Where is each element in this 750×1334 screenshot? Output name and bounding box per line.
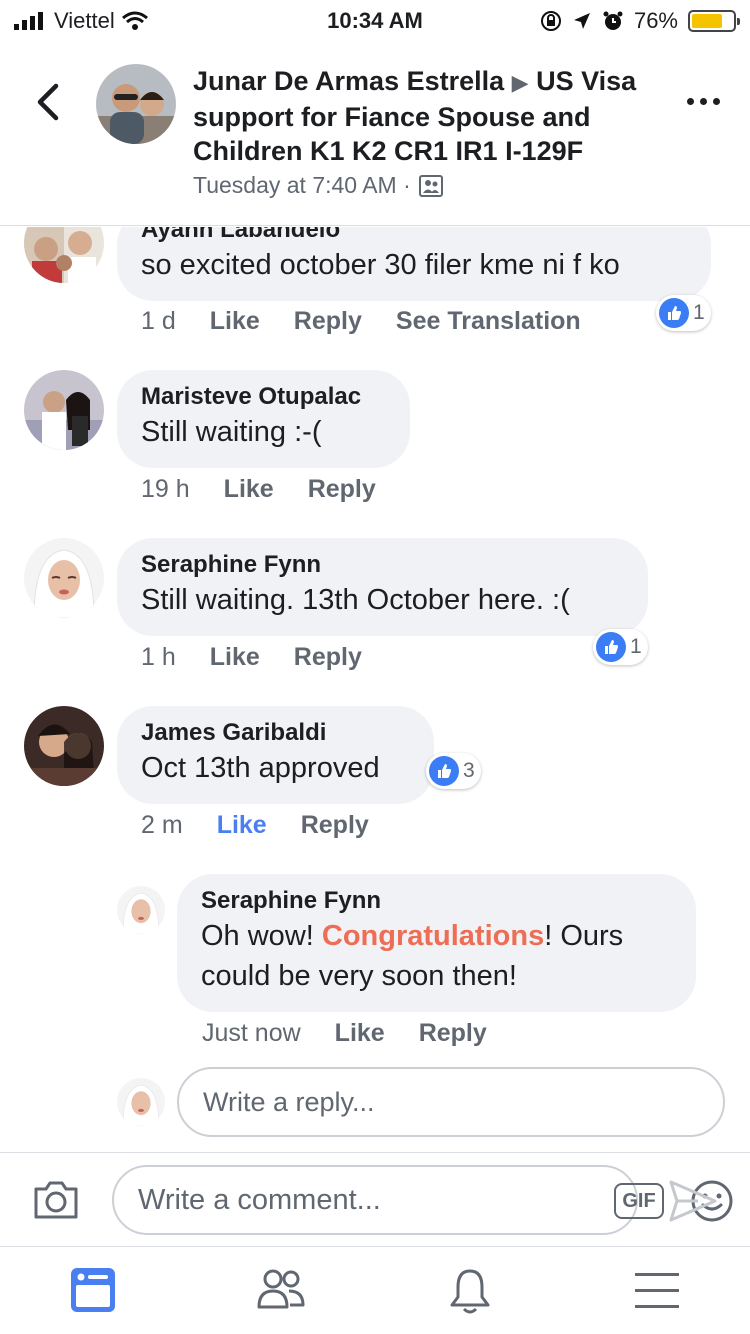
- comment-actions: 1 d Like Reply See Translation: [141, 307, 581, 336]
- author-avatar[interactable]: [96, 64, 176, 144]
- highlighted-word: Congratulations: [321, 920, 545, 952]
- reply-input[interactable]: Write a reply...: [177, 1067, 725, 1137]
- comment-bubble: James Garibaldi Oct 13th approved: [117, 706, 434, 804]
- more-icon[interactable]: [687, 98, 720, 105]
- reply-bubble: Seraphine Fynn Oh wow! Congratulations! …: [177, 874, 696, 1012]
- header-text: Junar De Armas Estrella ▶ US Visa suppor…: [193, 64, 663, 199]
- menu-icon[interactable]: [634, 1271, 680, 1311]
- send-icon[interactable]: [668, 1179, 718, 1223]
- comment-composer: Write a comment... GIF: [0, 1152, 750, 1246]
- comment-actions: 2 m Like Reply: [141, 811, 369, 840]
- reply-placeholder: Write a reply...: [203, 1086, 375, 1117]
- comment-text: Still waiting :-(: [141, 416, 322, 448]
- gif-icon[interactable]: GIF: [614, 1183, 664, 1219]
- avatar[interactable]: [117, 886, 165, 934]
- camera-icon[interactable]: [32, 1179, 80, 1221]
- commenter-name[interactable]: Maristeve Otupalac: [141, 382, 386, 412]
- author-name[interactable]: Junar De Armas Estrella: [193, 66, 504, 96]
- comment-placeholder: Write a comment...: [138, 1183, 381, 1216]
- like-button[interactable]: Like: [224, 475, 274, 504]
- reply-text: Oh wow! Congratulations! Ours could be v…: [201, 920, 624, 992]
- comment-bubble: Maristeve Otupalac Still waiting :-(: [117, 370, 410, 468]
- reply-button[interactable]: Reply: [308, 475, 376, 504]
- group-icon: [418, 174, 443, 197]
- thumbs-up-icon: [429, 756, 459, 786]
- reaction-count[interactable]: 1: [593, 629, 648, 665]
- comment-time: 1 d: [141, 307, 176, 335]
- comment-text: Oct 13th approved: [141, 752, 380, 784]
- avatar[interactable]: [24, 370, 104, 450]
- back-icon[interactable]: [30, 80, 66, 124]
- avatar[interactable]: [24, 706, 104, 786]
- status-bar: Viettel 10:34 AM 76%: [0, 0, 750, 40]
- commenter-name[interactable]: Seraphine Fynn: [141, 550, 624, 580]
- like-button[interactable]: Like: [217, 811, 267, 840]
- comment-text: so excited october 30 filer kme ni f ko: [141, 249, 620, 281]
- comment-actions: 19 h Like Reply: [141, 475, 376, 504]
- comment-time: 1 h: [141, 643, 176, 671]
- post-title[interactable]: Junar De Armas Estrella ▶ US Visa suppor…: [193, 64, 663, 168]
- comment-time: 2 m: [141, 811, 183, 839]
- like-button[interactable]: Like: [210, 643, 260, 672]
- post-timestamp: Tuesday at 7:40 AM ·: [193, 172, 411, 198]
- comment-time: 19 h: [141, 475, 190, 503]
- arrow-right-icon: ▶: [511, 70, 529, 95]
- reply-button[interactable]: Reply: [301, 811, 369, 840]
- comment-input[interactable]: Write a comment... GIF: [112, 1165, 733, 1235]
- thumbs-up-icon: [596, 632, 626, 662]
- battery-percent: 76%: [633, 8, 678, 33]
- reply-button[interactable]: Reply: [419, 1019, 487, 1048]
- reply-button[interactable]: Reply: [294, 307, 362, 336]
- friends-icon[interactable]: [256, 1267, 306, 1311]
- avatar[interactable]: [24, 227, 104, 283]
- status-right: 76%: [540, 8, 740, 34]
- battery-fill: [692, 14, 723, 28]
- reply-time: Just now: [202, 1019, 301, 1047]
- like-button[interactable]: Like: [335, 1019, 385, 1048]
- location-icon: [573, 13, 590, 29]
- commenter-name[interactable]: Ayahn Labandelo: [141, 227, 687, 245]
- post-meta: Tuesday at 7:40 AM ·: [193, 172, 663, 199]
- comment-text: Still waiting. 13th October here. :(: [141, 584, 570, 616]
- comment-actions: 1 h Like Reply: [141, 643, 362, 672]
- commenter-name[interactable]: James Garibaldi: [141, 718, 410, 748]
- comments-feed: Ayahn Labandelo so excited october 30 fi…: [0, 227, 750, 1152]
- post-header: Junar De Armas Estrella ▶ US Visa suppor…: [0, 40, 750, 226]
- see-translation-button[interactable]: See Translation: [396, 307, 581, 336]
- comment-bubble: Seraphine Fynn Still waiting. 13th Octob…: [117, 538, 648, 636]
- tab-bar: [0, 1246, 750, 1334]
- thumbs-up-icon: [659, 298, 689, 328]
- alarm-icon: [603, 11, 623, 30]
- commenter-name[interactable]: Seraphine Fynn: [201, 886, 672, 916]
- comment-bubble: Ayahn Labandelo so excited october 30 fi…: [117, 227, 711, 301]
- reaction-count[interactable]: 3: [426, 753, 481, 789]
- like-button[interactable]: Like: [210, 307, 260, 336]
- notifications-icon[interactable]: [448, 1267, 492, 1315]
- rotation-lock-icon: [540, 11, 561, 31]
- avatar[interactable]: [24, 538, 104, 618]
- reaction-count[interactable]: 1: [656, 295, 711, 331]
- avatar: [117, 1078, 165, 1126]
- news-feed-icon[interactable]: [70, 1267, 116, 1313]
- reply-button[interactable]: Reply: [294, 643, 362, 672]
- battery-icon: [688, 10, 740, 32]
- reply-actions: Just now Like Reply: [202, 1019, 487, 1048]
